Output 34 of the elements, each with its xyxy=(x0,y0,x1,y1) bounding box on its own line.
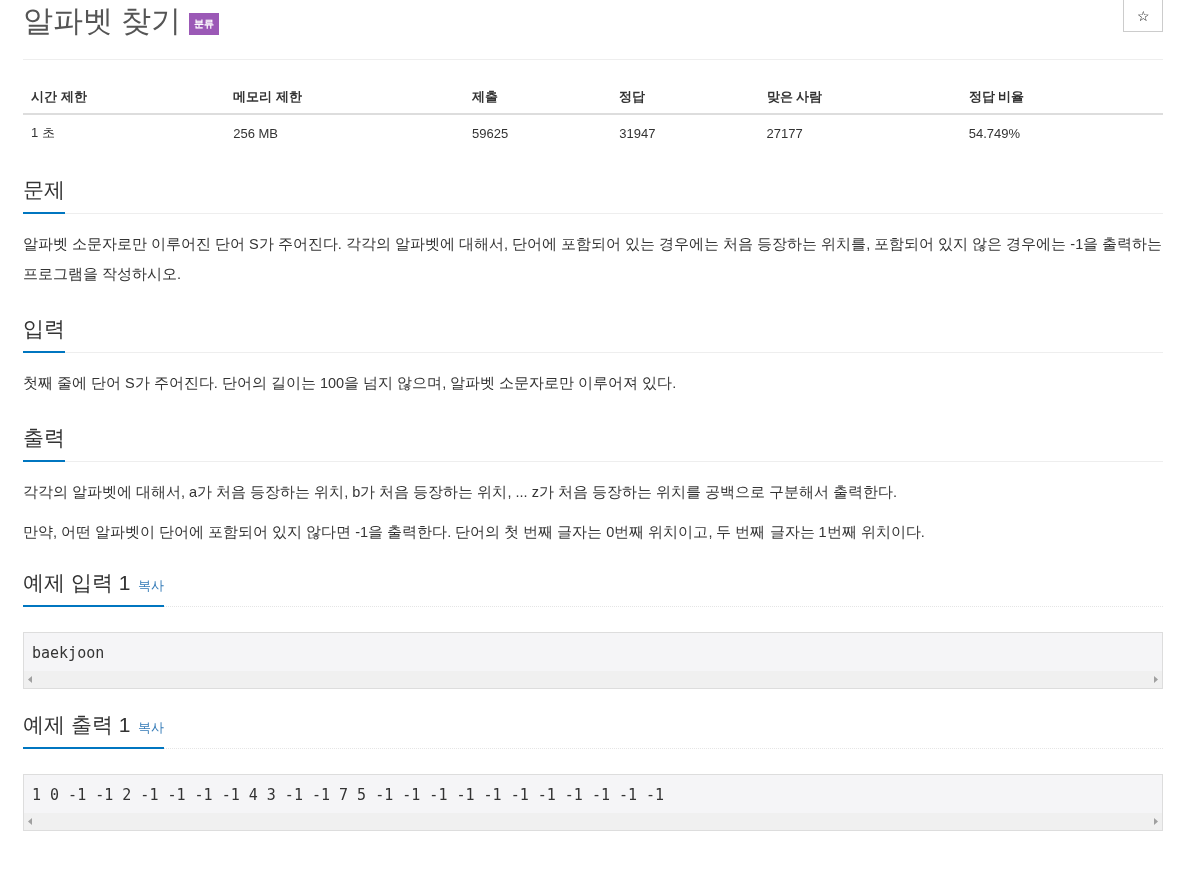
sample-code: 1 0 -1 -1 2 -1 -1 -1 -1 4 3 -1 -1 7 5 -1 -1 -1 -1 -1 -1 -1 -1 -1 -1 -1 xyxy=(31,785,666,806)
section-paragraph: 각각의 알파벳에 대해서, a가 처음 등장하는 위치, b가 처음 등장하는 위치, ... z가 처음 등장하는 위치를 공백으로 구분해서 출력한다. xyxy=(23,483,899,502)
sample-heading: 예제 출력 1 xyxy=(23,712,131,738)
column-header: 정답 xyxy=(611,80,759,114)
star-button[interactable]: ☆ xyxy=(1123,0,1163,32)
scroll-right-icon[interactable] xyxy=(1154,676,1158,683)
section-heading: 출력 xyxy=(23,424,65,462)
column-header: 맞은 사람 xyxy=(758,80,961,114)
horizontal-scrollbar[interactable] xyxy=(24,671,1162,688)
section-paragraph: 첫째 줄에 단어 S가 주어진다. 단어의 길이는 100을 넘지 않으며, 알파벳 소문자로만 이루어져 있다. xyxy=(23,374,678,393)
copy-link[interactable]: 복사 xyxy=(138,719,165,737)
scroll-right-icon[interactable] xyxy=(1154,818,1158,825)
column-header: 제출 xyxy=(464,80,612,114)
section-paragraph: 알파벳 소문자로만 이루어진 단어 S가 주어진다. 각각의 알파벳에 대해서, 단어에 포함되어 있는 경우에는 처음 등장하는 위치를, 포함되어 있지 않은 경우에는 -1을 출력하는 프로그램을 작성하시오. xyxy=(23,235,1163,284)
section-heading: 입력 xyxy=(23,315,65,353)
scroll-left-icon[interactable] xyxy=(28,818,32,825)
table-cell: 1 초 xyxy=(23,114,226,150)
sample-heading: 예제 입력 1 xyxy=(23,570,131,596)
section-paragraph: 만약, 어떤 알파벳이 단어에 포함되어 있지 않다면 -1을 출력한다. 단어의 첫 번째 글자는 0번째 위치이고, 두 번째 글자는 1번째 위치이다. xyxy=(23,523,926,542)
table-cell: 59625 xyxy=(464,114,612,150)
table-cell: 27177 xyxy=(758,114,961,150)
column-header: 메모리 제한 xyxy=(225,80,465,114)
category-badge[interactable]: 분류 xyxy=(189,12,220,35)
sample-code: baekjoon xyxy=(31,643,106,664)
table-cell: 31947 xyxy=(611,114,759,150)
column-header: 정답 비율 xyxy=(960,80,1163,114)
problem-title: 알파벳 찾기 xyxy=(23,3,182,39)
section-heading: 문제 xyxy=(23,176,65,214)
column-header: 시간 제한 xyxy=(23,80,226,114)
table-cell: 54.749% xyxy=(960,114,1163,150)
scroll-left-icon[interactable] xyxy=(28,676,32,683)
horizontal-scrollbar[interactable] xyxy=(24,813,1162,830)
copy-link[interactable]: 복사 xyxy=(138,577,165,595)
table-cell: 256 MB xyxy=(225,114,465,150)
